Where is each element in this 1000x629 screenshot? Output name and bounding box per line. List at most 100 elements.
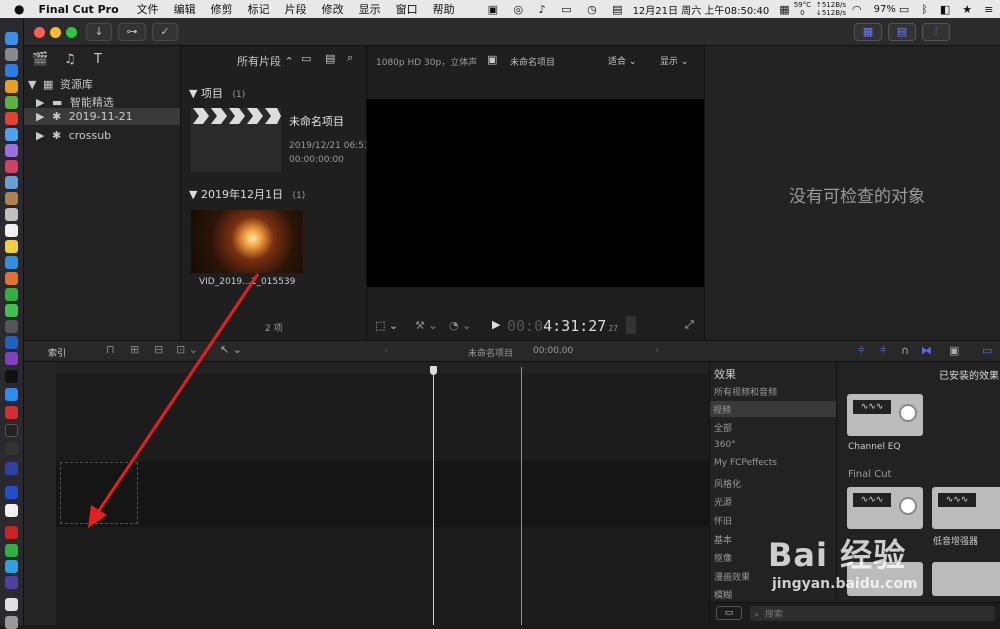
transform-dropdown[interactable]: ⬚ ⌄ [375,319,398,332]
timeline-toggle-button[interactable]: ▤ [888,23,916,41]
clip-appearance-icon[interactable]: ▣ [949,344,959,357]
list-icon[interactable]: ≡ [984,3,993,16]
speed-dropdown[interactable]: ◔ ⌄ [449,319,471,332]
effects-category[interactable]: 模糊 [714,588,732,601]
effects-category[interactable]: 风格化 [714,477,741,490]
section-projects[interactable]: ▼ 项目 (1) [189,85,245,101]
app-menu[interactable]: Final Cut Pro [38,3,118,16]
effect-thumbnail[interactable] [932,562,1000,596]
effect-thumbnail[interactable]: ∿∿∿ [847,487,923,529]
effects-browser-icon[interactable]: ▭ [982,344,992,357]
effects-category[interactable]: 基本 [714,533,732,546]
photos-icon[interactable] [5,272,18,285]
disclosure-icon[interactable]: ▶ [36,110,44,123]
enhance-dropdown[interactable]: ⚒ ⌄ [415,319,438,332]
app-icon[interactable] [5,442,18,455]
sidebar-toggle-icon[interactable]: ▭ [716,606,742,620]
solo-icon[interactable]: ∩ [901,344,909,357]
messages-icon[interactable] [5,304,18,317]
library-item-event[interactable]: ▶ ✱ crossub [36,129,111,142]
vivaldi-icon[interactable] [5,406,18,419]
effects-category[interactable]: 光源 [714,495,732,508]
effects-category[interactable]: 怀旧 [714,514,732,527]
video-canvas[interactable] [367,99,705,287]
app-icon[interactable] [5,208,18,221]
snapping-icon[interactable]: ⧓ [921,344,932,357]
timecode-display[interactable]: 00:04:31:27 27 [507,317,618,335]
clip-appearance-icon[interactable]: ▤ [325,52,335,65]
disclosure-icon[interactable]: ▼ [28,78,36,91]
fcp-icon[interactable] [5,576,18,589]
app-icon[interactable] [5,486,18,499]
effects-category[interactable]: 360° [714,440,736,450]
project-thumbnail[interactable] [191,108,281,172]
menu-modify[interactable]: 修改 [322,1,344,17]
titles-icon[interactable]: T [94,52,102,67]
preview-icon[interactable] [5,176,18,189]
zoom-dropdown[interactable]: 适合 ⌄ [608,54,636,67]
menu-edit[interactable]: 编辑 [174,1,196,17]
effect-thumbnail[interactable]: ∿∿∿ [932,487,1000,529]
search-icon[interactable]: ⌕ [347,51,353,65]
menu-clip[interactable]: 片段 [285,1,307,17]
connect-clip-icon[interactable]: ⊓ [106,343,115,356]
bluetooth-icon[interactable]: ᛒ [921,3,928,16]
clip-filter-dropdown[interactable]: 所有片段 ⌃ [237,53,294,69]
effects-category[interactable]: 所有视频和音频 [714,385,777,398]
app-icon[interactable] [5,336,18,349]
close-icon[interactable] [34,27,45,38]
audio-skimming-icon[interactable]: ⫩ [858,344,864,358]
libraries-icon[interactable]: 🎬 [32,52,48,67]
timeline-index-button[interactable]: 索引 [48,346,66,359]
append-clip-icon[interactable]: ⊟ [154,343,163,356]
effects-search-field[interactable]: ⌕ 搜索 [750,606,995,621]
effects-category[interactable]: 抠像 [714,551,732,564]
background-tasks-button[interactable]: ✓ [152,23,178,41]
wifi-icon[interactable]: ◠ [852,3,862,16]
tv-icon[interactable] [5,370,18,383]
menu-help[interactable]: 帮助 [433,1,455,17]
browser-toggle-button[interactable]: ▦ [854,23,882,41]
app-icon[interactable] [5,192,18,205]
app-icon[interactable] [5,144,18,157]
notes-icon[interactable] [5,240,18,253]
playhead-handle[interactable] [430,366,437,375]
terminal-icon[interactable] [5,424,18,437]
menu-trim[interactable]: 修剪 [211,1,233,17]
menu-view[interactable]: 显示 [359,1,381,17]
document-icon[interactable] [5,598,18,611]
menu-mark[interactable]: 标记 [248,1,270,17]
history-back-icon[interactable]: ‹ [384,343,388,356]
wechat-icon[interactable] [5,288,18,301]
import-button[interactable]: ↓ [86,23,112,41]
menu-window[interactable]: 窗口 [396,1,418,17]
time-ruler[interactable] [56,362,709,374]
battery-icon[interactable]: ▭ [899,3,909,16]
chrome-icon[interactable] [5,112,18,125]
keywords-button[interactable]: ⊶ [118,23,146,41]
insert-clip-icon[interactable]: ⊞ [130,343,139,356]
menu-file[interactable]: 文件 [137,1,159,17]
clip-thumbnail[interactable] [191,210,303,273]
disclosure-icon[interactable]: ▶ [36,129,44,142]
effects-category-selected[interactable]: 视频 [710,401,836,417]
effects-category[interactable]: My FCPeffects [714,458,777,468]
android-icon[interactable] [5,96,18,109]
app-icon[interactable] [5,560,18,573]
finder-icon[interactable] [5,32,18,45]
overwrite-dropdown[interactable]: ⊡ ⌄ [176,343,198,356]
safari-icon[interactable] [5,64,18,77]
control-icon[interactable]: ◧ [940,3,950,16]
app-icon[interactable] [5,320,18,333]
netease-icon[interactable] [5,526,18,539]
history-forward-icon[interactable]: › [655,343,659,356]
effects-category[interactable]: 全部 [714,421,732,434]
app-icon[interactable] [5,462,18,475]
fullscreen-icon[interactable]: ⤢ [685,318,694,332]
app-icon[interactable] [5,352,18,365]
app-icon[interactable] [5,256,18,269]
app-icon[interactable] [5,128,18,141]
view-dropdown[interactable]: 显示 ⌄ [660,54,688,67]
wechat-icon[interactable] [5,544,18,557]
battery-level[interactable]: 97% [874,4,896,15]
